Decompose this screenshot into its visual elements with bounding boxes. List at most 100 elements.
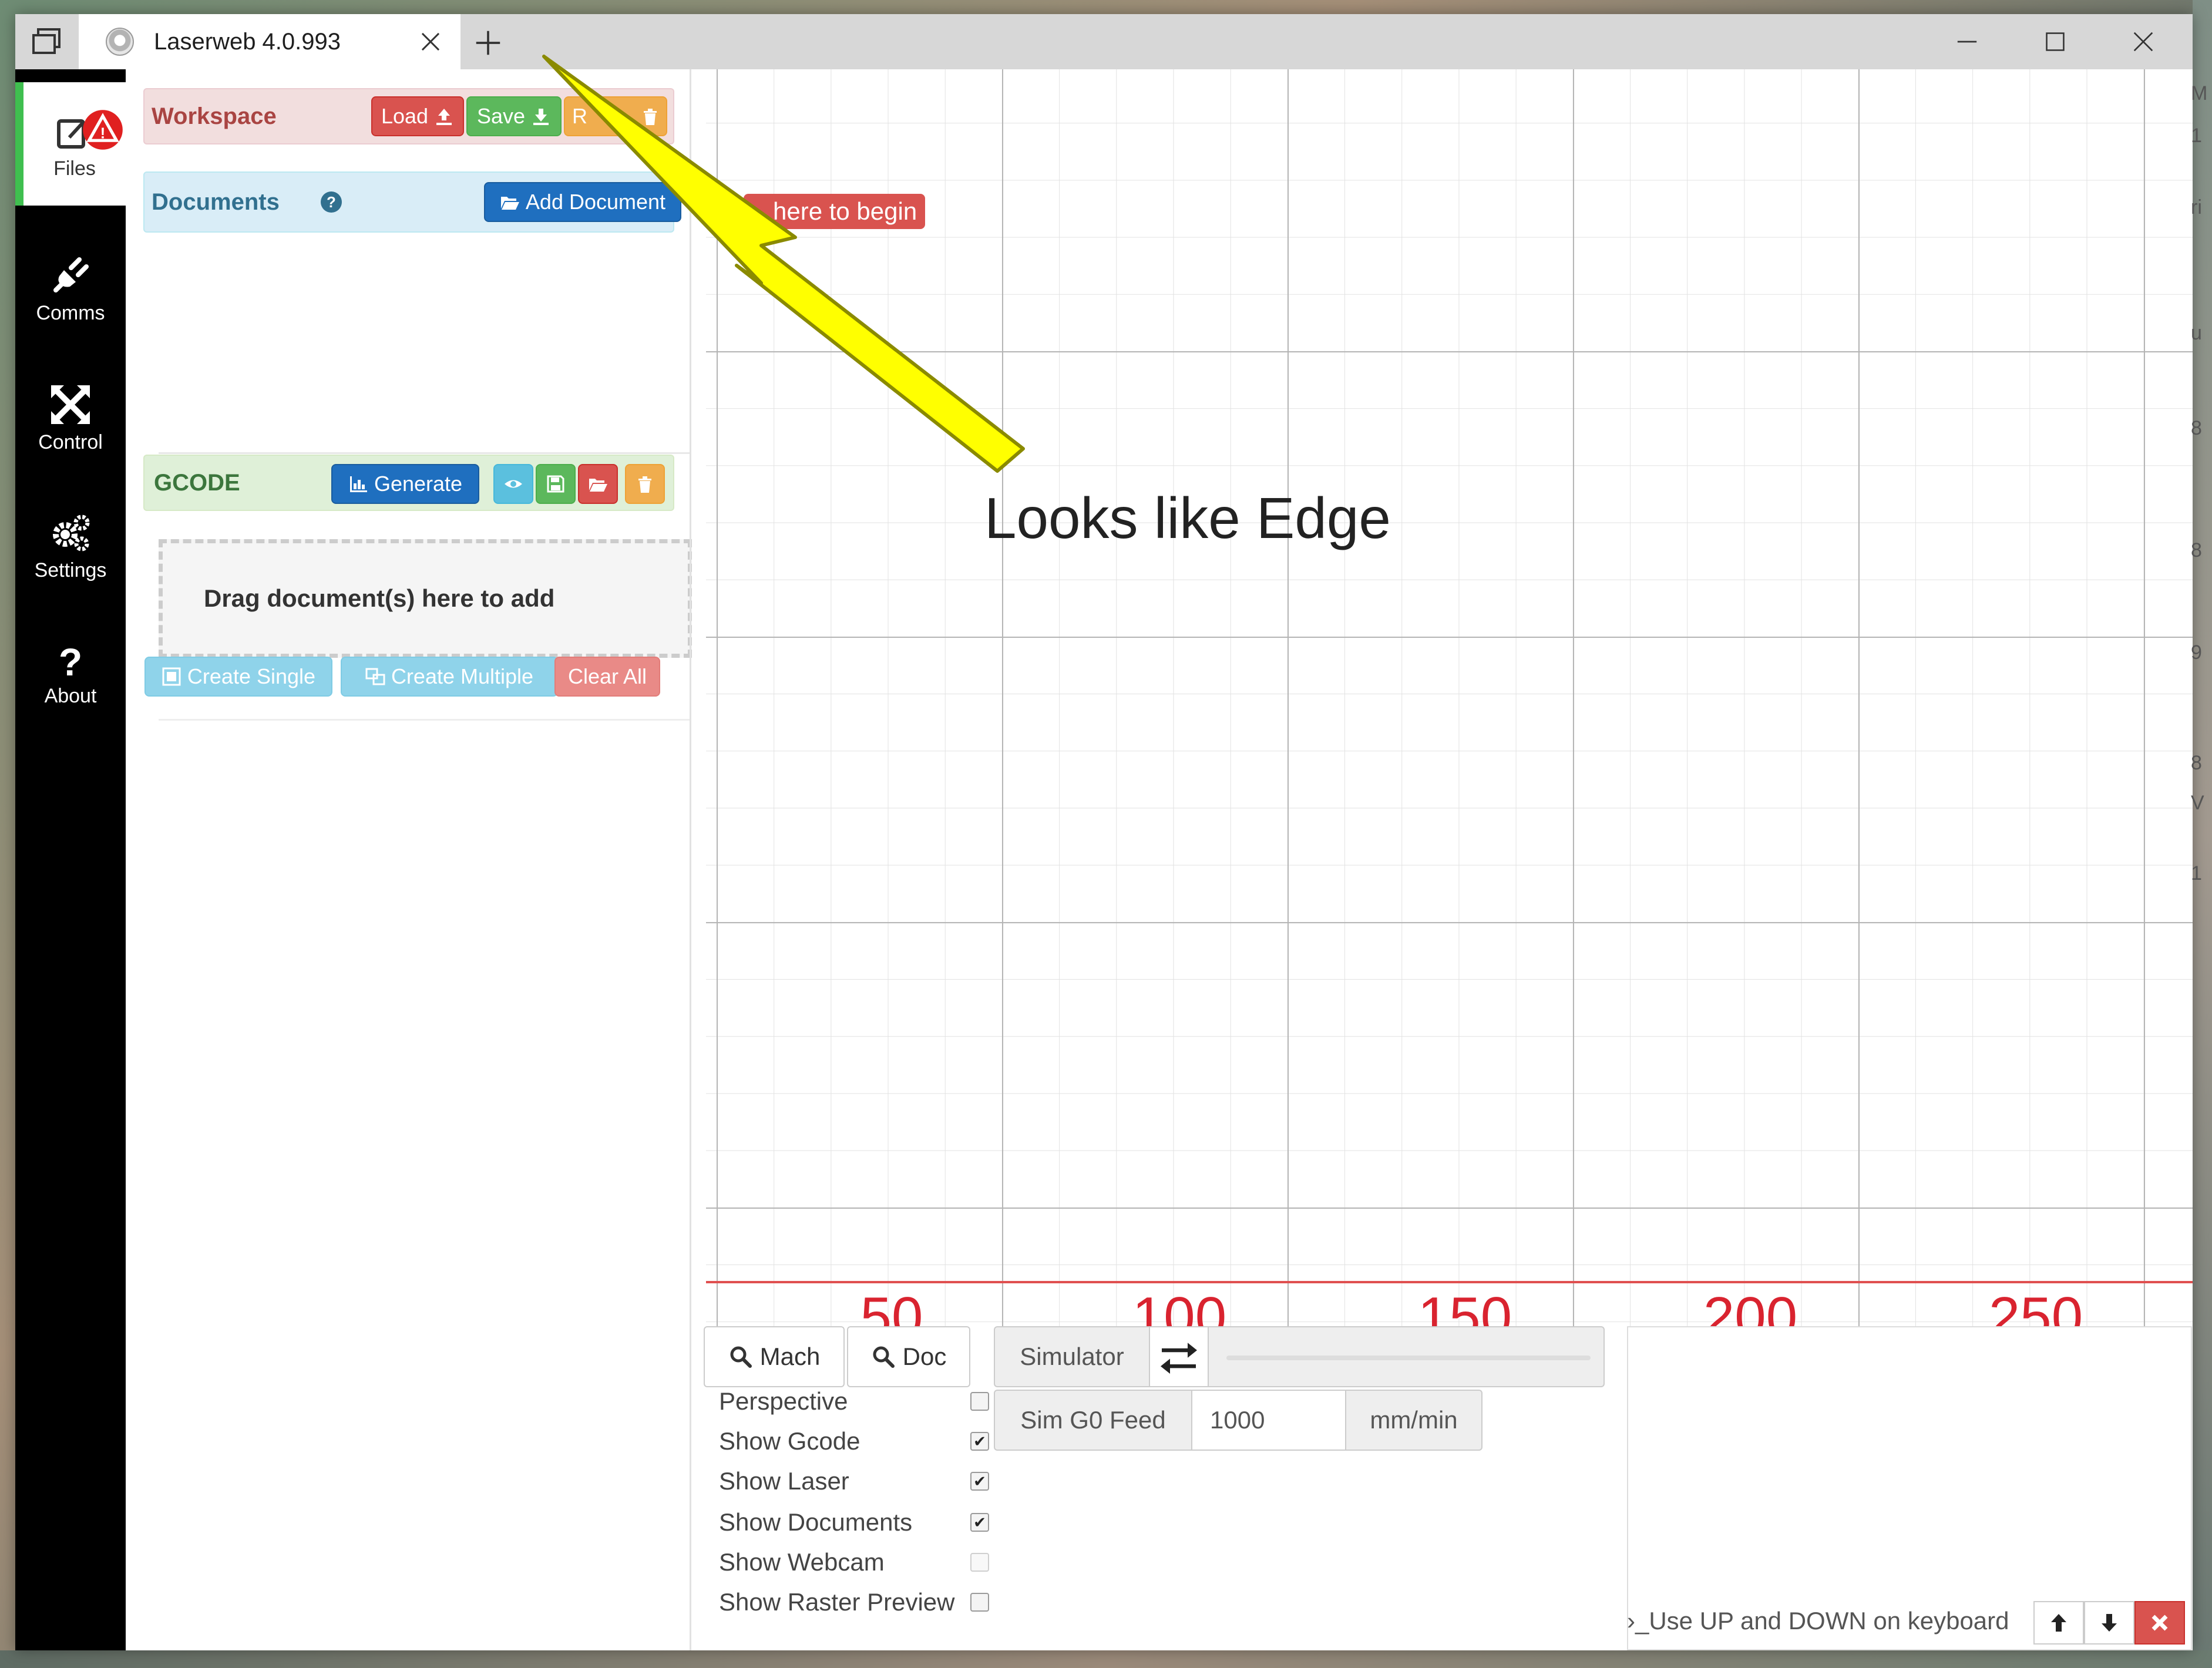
help-icon[interactable]: ? bbox=[321, 191, 342, 213]
view-option-label: Show Documents bbox=[719, 1508, 913, 1536]
object-group-icon bbox=[162, 667, 181, 686]
load-gcode-button[interactable] bbox=[578, 464, 618, 504]
clear-all-label: Clear All bbox=[567, 664, 647, 688]
view-option-checkbox[interactable]: ✔ bbox=[970, 1472, 989, 1491]
browser-window: Laserweb 4.0.993 ! Files Comms Control S… bbox=[15, 14, 2193, 1650]
folder-open-icon bbox=[500, 197, 519, 210]
view-option-checkbox[interactable] bbox=[970, 1553, 989, 1572]
workspace-save-button[interactable]: Save bbox=[466, 96, 562, 136]
window-close-button[interactable] bbox=[2100, 14, 2186, 69]
desktop-background-right bbox=[2193, 0, 2212, 1668]
clipped-background-text: 9 bbox=[2191, 641, 2202, 664]
view-mach-button[interactable]: Mach bbox=[704, 1326, 845, 1387]
sidebar-item-about[interactable]: ? About bbox=[15, 613, 126, 737]
view-option-checkbox[interactable] bbox=[970, 1593, 989, 1612]
view-option-row[interactable]: Show Documents ✔ bbox=[719, 1506, 989, 1539]
view-option-row[interactable]: Show Gcode ✔ bbox=[719, 1425, 989, 1458]
begin-hint-badge: here to begin bbox=[744, 194, 926, 229]
clipped-background-text: 1 bbox=[2191, 862, 2202, 885]
panel-separator bbox=[159, 452, 691, 454]
new-tab-button[interactable] bbox=[473, 28, 503, 58]
doc-label: Doc bbox=[902, 1343, 947, 1370]
maximize-button[interactable] bbox=[2012, 14, 2098, 69]
sim-feed-label: Sim G0 Feed bbox=[995, 1391, 1192, 1450]
clipped-background-text: 8 bbox=[2191, 417, 2202, 439]
desktop-background-bottom bbox=[0, 1650, 2212, 1668]
save-gcode-button[interactable] bbox=[536, 464, 576, 504]
clipped-background-text: ri bbox=[2191, 196, 2202, 218]
sidebar-item-comms[interactable]: Comms bbox=[15, 227, 126, 350]
upload-icon bbox=[436, 109, 452, 125]
view-option-row[interactable]: Show Laser ✔ bbox=[719, 1465, 989, 1498]
gcode-title: GCODE bbox=[154, 469, 240, 496]
workspace-load-button[interactable]: Load bbox=[371, 96, 464, 136]
plus-icon bbox=[476, 31, 500, 55]
load-label: Load bbox=[381, 104, 429, 128]
trash-icon bbox=[644, 109, 657, 125]
sidebar-item-control[interactable]: Control bbox=[15, 356, 126, 479]
view-option-checkbox[interactable] bbox=[970, 1392, 989, 1411]
tab-stack-icon bbox=[32, 28, 60, 54]
sim-feed-group: Sim G0 Feed 1000 mm/min bbox=[994, 1390, 1482, 1451]
simulator-slider[interactable] bbox=[1226, 1356, 1591, 1360]
workspace-canvas[interactable]: 50 100 150 200 250 bbox=[706, 69, 2193, 1338]
floppy-icon bbox=[547, 475, 564, 493]
clipped-background-text: u bbox=[2191, 322, 2202, 344]
console-hint: ›_Use UP and DOWN on keyboard bbox=[1627, 1607, 2009, 1635]
workspace-reset-button[interactable]: R bbox=[564, 96, 667, 136]
view-option-row[interactable]: Show Raster Preview bbox=[719, 1586, 989, 1619]
create-single-button[interactable]: Create Single bbox=[144, 657, 332, 697]
console-history-down-button[interactable] bbox=[2084, 1601, 2134, 1645]
chart-icon bbox=[349, 476, 367, 492]
tab-actions-button[interactable] bbox=[15, 14, 78, 69]
view-gcode-button[interactable] bbox=[493, 464, 533, 504]
close-icon bbox=[2133, 32, 2153, 52]
arrow-down-icon bbox=[2102, 1614, 2117, 1632]
tab-title: Laserweb 4.0.993 bbox=[154, 28, 341, 55]
clear-gcode-button[interactable] bbox=[625, 464, 665, 504]
tab-close-button[interactable] bbox=[417, 28, 444, 55]
close-icon bbox=[421, 32, 440, 51]
create-multiple-button[interactable]: Create Multiple bbox=[341, 657, 558, 697]
documents-title: Documents bbox=[152, 189, 280, 215]
clipped-background-text: 8 bbox=[2191, 752, 2202, 774]
view-option-row[interactable]: Perspective bbox=[719, 1385, 989, 1418]
begin-hint-text: here to begin bbox=[773, 197, 917, 225]
view-option-label: Show Raster Preview bbox=[719, 1588, 955, 1616]
minimize-icon bbox=[1957, 41, 1977, 43]
close-icon bbox=[2152, 1615, 2168, 1631]
sim-feed-unit: mm/min bbox=[1370, 1406, 1458, 1434]
view-option-label: Perspective bbox=[719, 1387, 848, 1415]
view-option-label: Show Webcam bbox=[719, 1548, 885, 1576]
arrow-up-icon bbox=[2051, 1614, 2066, 1632]
simulator-label: Simulator bbox=[995, 1327, 1150, 1386]
add-document-button[interactable]: Add Document bbox=[484, 182, 681, 222]
view-doc-button[interactable]: Doc bbox=[847, 1326, 970, 1387]
sidebar-item-settings[interactable]: Settings bbox=[15, 484, 126, 607]
view-option-checkbox[interactable]: ✔ bbox=[970, 1432, 989, 1451]
browser-tab[interactable]: Laserweb 4.0.993 bbox=[79, 14, 460, 69]
add-document-label: Add Document bbox=[525, 190, 666, 214]
sidebar-item-files[interactable]: ! Files bbox=[15, 82, 126, 206]
clear-all-button[interactable]: Clear All bbox=[554, 657, 660, 697]
app-sidebar: ! Files Comms Control Settings ? About bbox=[15, 69, 126, 1650]
view-option-label: Show Gcode bbox=[719, 1427, 860, 1455]
save-label: Save bbox=[476, 104, 526, 128]
simulator-toggle-button[interactable] bbox=[1150, 1327, 1209, 1386]
object-ungroup-icon bbox=[365, 668, 385, 685]
minimize-button[interactable] bbox=[1924, 14, 2010, 69]
clipped-background-text: M bbox=[2191, 82, 2208, 105]
sim-feed-input[interactable]: 1000 bbox=[1192, 1391, 1346, 1450]
panel-rule bbox=[159, 719, 691, 721]
laserweb-favicon-icon bbox=[106, 28, 134, 56]
view-option-checkbox[interactable]: ✔ bbox=[970, 1513, 989, 1532]
simulator-group: Simulator bbox=[994, 1326, 1605, 1387]
eye-icon bbox=[505, 480, 522, 488]
view-option-row[interactable]: Show Webcam bbox=[719, 1546, 989, 1579]
workspace-panel-header: Workspace Load Save R bbox=[143, 88, 674, 144]
console-history-up-button[interactable] bbox=[2033, 1601, 2084, 1645]
warning-badge-icon: ! bbox=[83, 110, 123, 150]
console-clear-button[interactable] bbox=[2134, 1601, 2185, 1645]
gcode-drop-zone[interactable]: Drag document(s) here to add bbox=[159, 539, 692, 658]
generate-gcode-button[interactable]: Generate bbox=[331, 464, 479, 504]
